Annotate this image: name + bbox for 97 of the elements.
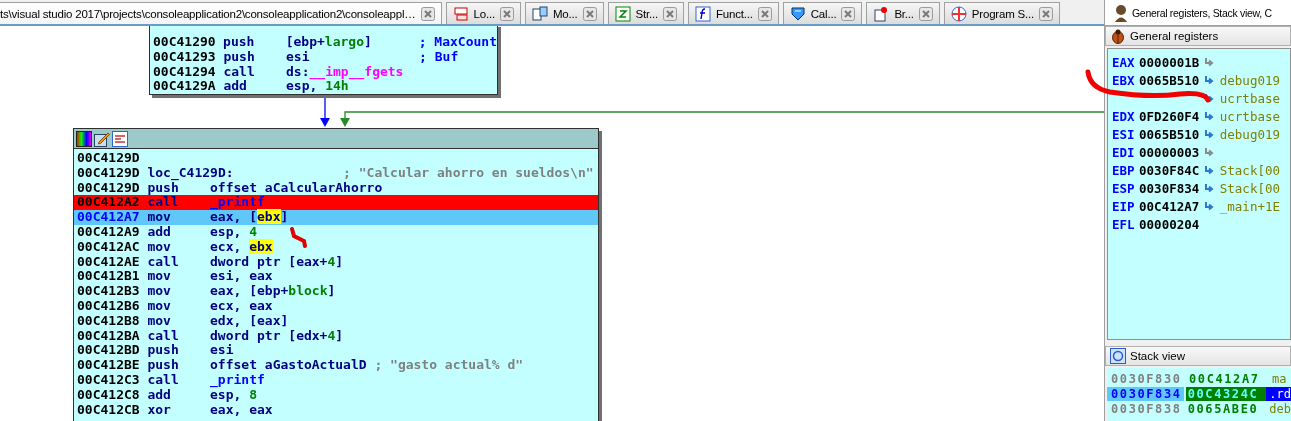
tab[interactable]: Str... bbox=[607, 2, 684, 24]
register-target: Stack[00 bbox=[1219, 162, 1280, 178]
function-icon bbox=[695, 5, 711, 22]
register-value: 0030F834 bbox=[1139, 180, 1200, 196]
code-line[interactable]: 00C4129D bbox=[74, 151, 598, 166]
register-name: EAX bbox=[1112, 54, 1135, 70]
close-icon[interactable] bbox=[1039, 6, 1053, 21]
register-target: debug019 bbox=[1219, 126, 1280, 142]
code-line[interactable]: 00C412BD push esi bbox=[74, 343, 598, 359]
bug-icon bbox=[1110, 28, 1126, 44]
chart-icon bbox=[452, 5, 469, 22]
close-icon[interactable] bbox=[420, 6, 435, 21]
code-line[interactable]: 00C412C3 call _printf bbox=[74, 372, 598, 388]
register-target: ucrtbase bbox=[1219, 108, 1280, 124]
person-icon bbox=[1113, 3, 1129, 22]
tab[interactable]: Lo... bbox=[445, 2, 521, 24]
register-value: 00C412A7 bbox=[1139, 198, 1200, 214]
tab[interactable]: ts\visual studio 2017\projects\consoleapplication2\consoleapplication2\consoleappl… bbox=[0, 2, 442, 24]
close-icon[interactable] bbox=[841, 6, 856, 21]
register-target: debug019 bbox=[1219, 72, 1280, 88]
register-target: _main+1E bbox=[1219, 198, 1280, 214]
code-line[interactable]: 00C412AC mov ecx, ebx bbox=[74, 239, 598, 255]
register-name: EFL bbox=[1112, 216, 1135, 232]
stack-address[interactable]: 0030F834 bbox=[1107, 386, 1184, 401]
register-value: 0030F84C bbox=[1139, 162, 1200, 178]
code-line[interactable]: 00C41293 push esi ; Buf bbox=[150, 49, 497, 65]
stack-value: 00C412A7 bbox=[1188, 371, 1261, 386]
breakpoint-icon bbox=[873, 5, 890, 22]
stack-target: deb bbox=[1268, 401, 1291, 416]
close-icon[interactable] bbox=[499, 6, 514, 21]
register-target: Stack[00 bbox=[1219, 180, 1280, 196]
arrow-icon[interactable] bbox=[1203, 111, 1214, 121]
panel-header: Stack view bbox=[1105, 346, 1291, 366]
code-line[interactable]: 00C4129D loc_C4129D: ; "Calcular ahorro en sueldos\n" bbox=[74, 165, 598, 181]
tab[interactable]: Cal... bbox=[782, 2, 863, 24]
code-line[interactable]: 00C412B1 mov esi, eax bbox=[74, 269, 598, 285]
arrow-icon[interactable] bbox=[1203, 165, 1214, 175]
code-line[interactable]: 00C412CB xor eax, eax bbox=[74, 402, 598, 418]
code-line[interactable]: 00C412B8 mov edx, [eax] bbox=[74, 313, 598, 329]
tab[interactable]: Funct... bbox=[688, 2, 779, 24]
register-value: 00000003 bbox=[1139, 144, 1200, 160]
register-name: ESP bbox=[1112, 180, 1135, 196]
tab[interactable]: General registers, Stack view, C bbox=[1105, 0, 1291, 26]
arrow-icon[interactable] bbox=[1203, 75, 1214, 85]
pencil-icon[interactable] bbox=[94, 130, 110, 147]
flow-arrow bbox=[320, 96, 330, 127]
register-value: 00000204 bbox=[1139, 216, 1200, 232]
code-line[interactable]: 00C41290 push [ebp+largo] ; MaxCount bbox=[150, 35, 497, 50]
arrow-icon[interactable] bbox=[1203, 57, 1214, 67]
arrow-icon[interactable] bbox=[1203, 147, 1214, 157]
stack-address[interactable]: 0030F838 bbox=[1107, 401, 1184, 416]
scribble-mark bbox=[290, 227, 307, 248]
graph-icon[interactable] bbox=[112, 130, 128, 147]
register-name: EDX bbox=[1112, 108, 1135, 124]
register-value: 0065B510 bbox=[1139, 126, 1200, 142]
register-value: 0065B510 bbox=[1139, 72, 1200, 88]
code-line[interactable]: 00C412BA call dword ptr [edx+4] bbox=[74, 328, 598, 344]
module-icon bbox=[531, 5, 548, 22]
tab[interactable]: Mo... bbox=[524, 2, 604, 24]
close-icon[interactable] bbox=[918, 6, 933, 21]
arrow-icon[interactable] bbox=[1203, 201, 1214, 211]
stack-address[interactable]: 0030F830 bbox=[1107, 371, 1185, 386]
code-line[interactable]: 00C412C8 add esp, 8 bbox=[74, 387, 598, 403]
color-palette-icon[interactable] bbox=[76, 130, 92, 147]
close-icon[interactable] bbox=[663, 6, 677, 21]
arrow-icon[interactable] bbox=[1203, 129, 1214, 139]
segments-icon bbox=[950, 5, 967, 22]
panel-header: General registers bbox=[1105, 26, 1291, 46]
code-line[interactable]: 00C41294 call ds:__imp__fgets bbox=[150, 64, 497, 80]
code-line[interactable]: 00C4129D push offset aCalcularAhorro bbox=[74, 180, 598, 196]
strings-icon bbox=[614, 5, 631, 22]
tab[interactable]: Program S... bbox=[943, 2, 1060, 24]
stack-value: 0065ABE0 bbox=[1186, 401, 1260, 416]
register-value: 0FD260F4 bbox=[1139, 108, 1200, 124]
code-line[interactable]: 00C412A9 add esp, 4 bbox=[74, 225, 598, 240]
register-value: 0000001B bbox=[1139, 54, 1200, 70]
arrow-icon[interactable] bbox=[1203, 93, 1214, 103]
register-name: EBP bbox=[1112, 162, 1135, 178]
code-line[interactable]: 00C412AE call dword ptr [eax+4] bbox=[74, 254, 598, 270]
stack-value: 00C4324C bbox=[1185, 386, 1267, 401]
code-line[interactable]: 00C412B3 mov eax, [ebp+block] bbox=[74, 284, 598, 299]
tab[interactable]: Br... bbox=[866, 2, 940, 24]
close-icon[interactable] bbox=[582, 6, 597, 21]
code-line[interactable]: 00C412B6 mov ecx, eax bbox=[74, 298, 598, 314]
register-target: ucrtbase bbox=[1219, 90, 1280, 106]
code-line[interactable]: 00C4129A add esp, 14h bbox=[150, 79, 497, 95]
stack-target: .rd bbox=[1266, 386, 1291, 401]
close-icon[interactable] bbox=[757, 6, 772, 21]
register-name: ESI bbox=[1112, 126, 1135, 142]
register-name: EBX bbox=[1112, 72, 1135, 88]
stack-icon bbox=[1110, 348, 1126, 364]
arrow-icon[interactable] bbox=[1203, 183, 1214, 193]
register-name: EIP bbox=[1112, 198, 1135, 214]
register-name: EDI bbox=[1112, 144, 1135, 160]
call-icon bbox=[789, 5, 806, 22]
code-line[interactable]: 00C412BE push offset aGastoActualD ; "gasto actual% d" bbox=[74, 358, 598, 373]
stack-target: ma bbox=[1271, 371, 1287, 386]
